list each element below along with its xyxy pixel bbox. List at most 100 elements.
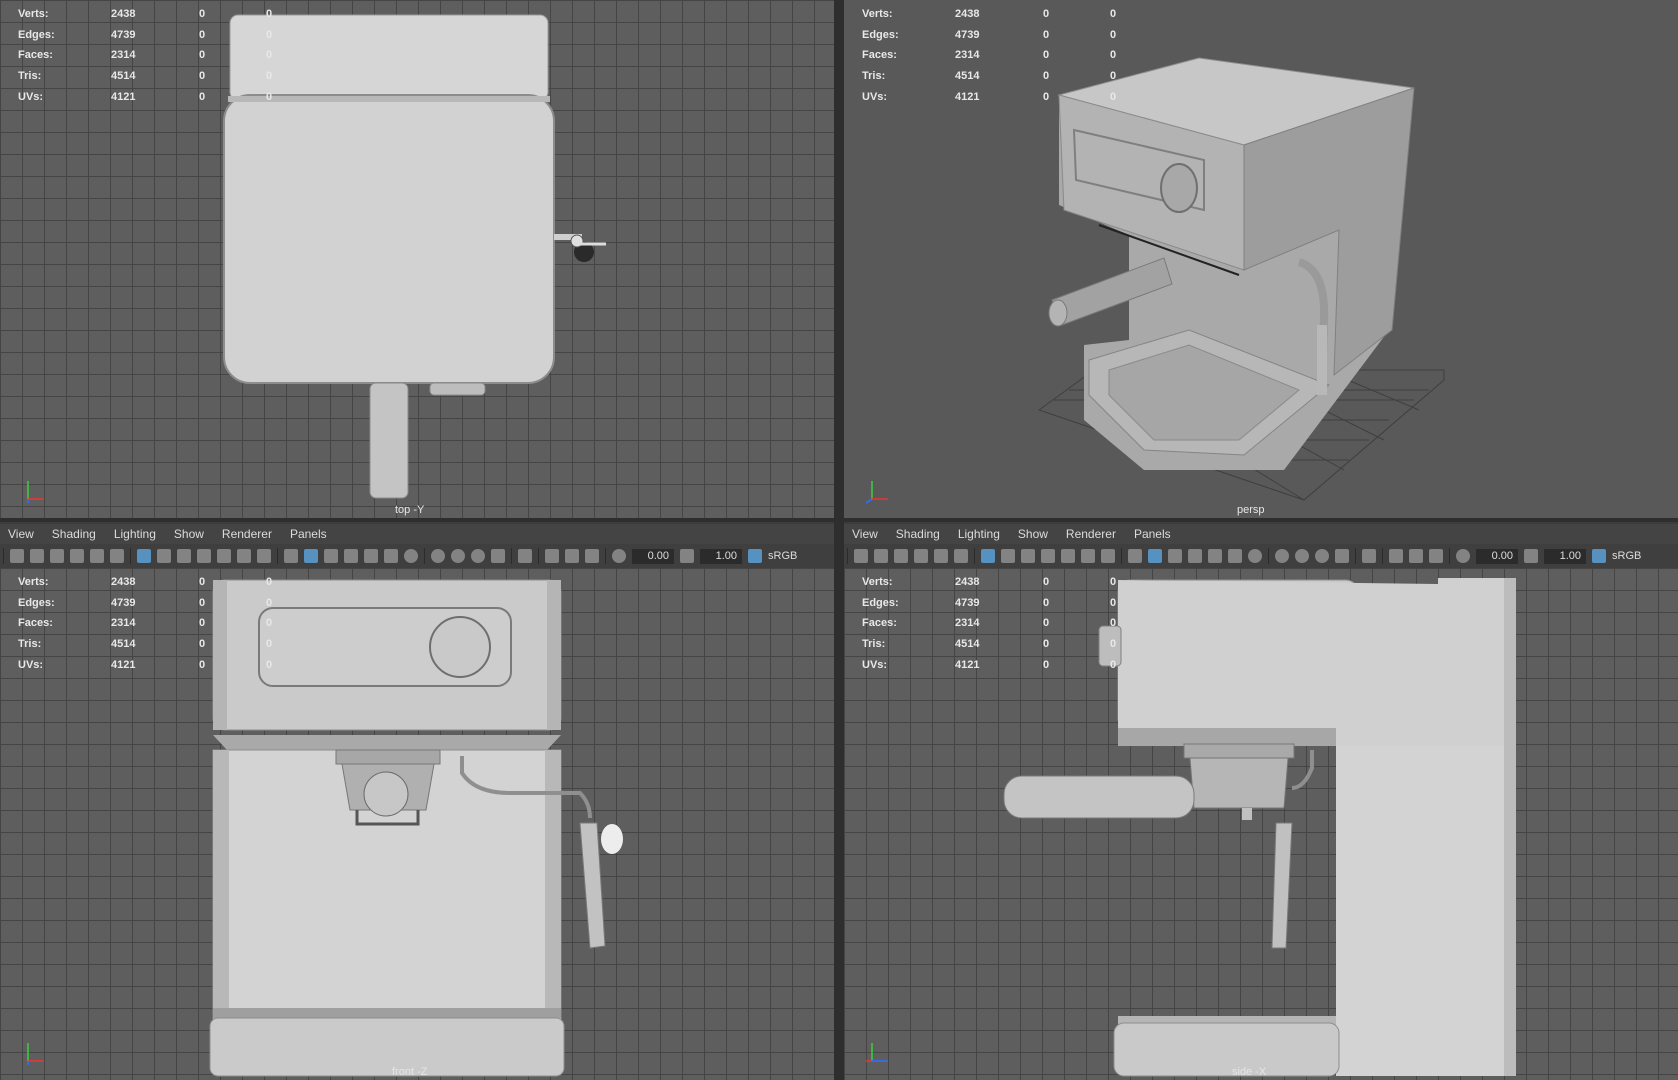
menu-shading[interactable]: Shading bbox=[896, 527, 940, 541]
safe-title-icon[interactable] bbox=[257, 549, 271, 563]
film-gate-icon[interactable] bbox=[157, 549, 171, 563]
panel-toolbar-front: 0.00 1.00 sRGB bbox=[0, 544, 834, 568]
motion-blur-icon[interactable] bbox=[451, 549, 465, 563]
film-gate-icon[interactable] bbox=[1001, 549, 1015, 563]
wireframe-icon[interactable] bbox=[1128, 549, 1142, 563]
gamma-icon[interactable] bbox=[1524, 549, 1538, 563]
isolate-select-icon[interactable] bbox=[1362, 549, 1376, 563]
smooth-shade-icon[interactable] bbox=[1148, 549, 1162, 563]
resolution-gate-icon[interactable] bbox=[177, 549, 191, 563]
resolution-gate-icon[interactable] bbox=[1021, 549, 1035, 563]
axis-gizmo bbox=[865, 475, 896, 510]
exposure-field[interactable]: 0.00 bbox=[1476, 548, 1518, 564]
gamma-field[interactable]: 1.00 bbox=[700, 548, 742, 564]
menu-view[interactable]: View bbox=[852, 527, 878, 541]
gate-mask-icon[interactable] bbox=[197, 549, 211, 563]
backface-icon[interactable] bbox=[585, 549, 599, 563]
xray-active-icon[interactable] bbox=[565, 549, 579, 563]
textured-icon[interactable] bbox=[344, 549, 358, 563]
image-plane-icon[interactable] bbox=[914, 549, 928, 563]
menu-lighting[interactable]: Lighting bbox=[114, 527, 156, 541]
pencil-icon[interactable] bbox=[934, 549, 948, 563]
xray-joints-icon[interactable] bbox=[545, 549, 559, 563]
xray-joints-icon[interactable] bbox=[1389, 549, 1403, 563]
exposure-icon[interactable] bbox=[612, 549, 626, 563]
viewport-divider-horizontal[interactable] bbox=[0, 518, 1678, 522]
ambient-occlusion-icon[interactable] bbox=[1275, 549, 1289, 563]
depth-of-field-icon[interactable] bbox=[491, 549, 505, 563]
backface-icon[interactable] bbox=[1429, 549, 1443, 563]
antialias-icon[interactable] bbox=[471, 549, 485, 563]
ambient-occlusion-icon[interactable] bbox=[431, 549, 445, 563]
viewport-label: persp bbox=[1237, 504, 1265, 516]
menu-shading[interactable]: Shading bbox=[52, 527, 96, 541]
camera-icon[interactable] bbox=[10, 549, 24, 563]
axis-gizmo bbox=[866, 1037, 896, 1072]
axis-gizmo bbox=[22, 475, 52, 510]
gamma-field[interactable]: 1.00 bbox=[1544, 548, 1586, 564]
lights-icon[interactable] bbox=[384, 549, 398, 563]
xray-icon[interactable] bbox=[1208, 549, 1222, 563]
menu-show[interactable]: Show bbox=[174, 527, 204, 541]
menu-bar-front: View Shading Lighting Show Renderer Pane… bbox=[0, 524, 834, 544]
smooth-shade-icon[interactable] bbox=[304, 549, 318, 563]
safe-title-icon[interactable] bbox=[1101, 549, 1115, 563]
colorspace-label[interactable]: sRGB bbox=[1612, 550, 1641, 562]
menu-renderer[interactable]: Renderer bbox=[222, 527, 272, 541]
panel-toolbar-side: 0.00 1.00 sRGB bbox=[844, 544, 1678, 568]
xray-active-icon[interactable] bbox=[1409, 549, 1423, 563]
safe-action-icon[interactable] bbox=[1081, 549, 1095, 563]
color-management-icon[interactable] bbox=[1592, 549, 1606, 563]
camera-attr-icon[interactable] bbox=[30, 549, 44, 563]
wireframe-on-shaded-icon[interactable] bbox=[324, 549, 338, 563]
depth-of-field-icon[interactable] bbox=[1335, 549, 1349, 563]
camera-icon[interactable] bbox=[854, 549, 868, 563]
viewport-top[interactable]: Verts: 2438 0 0 Edges: 4739 0 0 Faces: 2314 0 0 T… bbox=[0, 0, 834, 518]
camera-attr-icon[interactable] bbox=[874, 549, 888, 563]
shadows-icon[interactable] bbox=[404, 549, 418, 563]
menu-panels[interactable]: Panels bbox=[290, 527, 327, 541]
color-management-icon[interactable] bbox=[748, 549, 762, 563]
exposure-field[interactable]: 0.00 bbox=[632, 548, 674, 564]
menu-renderer[interactable]: Renderer bbox=[1066, 527, 1116, 541]
lights-icon[interactable] bbox=[1228, 549, 1242, 563]
image-plane-icon[interactable] bbox=[70, 549, 84, 563]
grease-pencil-icon[interactable] bbox=[954, 549, 968, 563]
axis-gizmo bbox=[22, 1037, 52, 1072]
textured-icon[interactable] bbox=[1188, 549, 1202, 563]
viewport-side[interactable]: Verts: 2438 0 0 Edges: 4739 0 0 Faces: 2314 0 0 T… bbox=[844, 568, 1678, 1080]
colorspace-label[interactable]: sRGB bbox=[768, 550, 797, 562]
poly-count-hud: Verts: 2438 0 0 Edges: 4739 0 0 Faces: 2314 0 0 T… bbox=[862, 8, 1117, 103]
viewport-persp[interactable]: Verts: 2438 0 0 Edges: 4739 0 0 Faces: 2314 0 0 T… bbox=[844, 0, 1678, 518]
grid-icon[interactable] bbox=[137, 549, 151, 563]
menu-panels[interactable]: Panels bbox=[1134, 527, 1171, 541]
xray-icon[interactable] bbox=[364, 549, 378, 563]
grease-pencil-icon[interactable] bbox=[110, 549, 124, 563]
gate-mask-icon[interactable] bbox=[1041, 549, 1055, 563]
poly-count-hud: Verts: 2438 0 0 Edges: 4739 0 0 Faces: 2314 0 0 T… bbox=[18, 8, 273, 103]
poly-count-hud: Verts: 2438 0 0 Edges: 4739 0 0 Faces: 2314 0 0 T… bbox=[18, 576, 273, 671]
gamma-icon[interactable] bbox=[680, 549, 694, 563]
menu-bar-side: View Shading Lighting Show Renderer Pane… bbox=[844, 524, 1678, 544]
pencil-icon[interactable] bbox=[90, 549, 104, 563]
field-chart-icon[interactable] bbox=[1061, 549, 1075, 563]
bookmark-icon[interactable] bbox=[50, 549, 64, 563]
menu-lighting[interactable]: Lighting bbox=[958, 527, 1000, 541]
menu-view[interactable]: View bbox=[8, 527, 34, 541]
exposure-icon[interactable] bbox=[1456, 549, 1470, 563]
grid-icon[interactable] bbox=[981, 549, 995, 563]
safe-action-icon[interactable] bbox=[237, 549, 251, 563]
viewport-divider-vertical[interactable] bbox=[834, 0, 844, 1080]
viewport-front[interactable]: Verts: 2438 0 0 Edges: 4739 0 0 Faces: 2314 0 0 T… bbox=[0, 568, 834, 1080]
field-chart-icon[interactable] bbox=[217, 549, 231, 563]
menu-show[interactable]: Show bbox=[1018, 527, 1048, 541]
motion-blur-icon[interactable] bbox=[1295, 549, 1309, 563]
shadows-icon[interactable] bbox=[1248, 549, 1262, 563]
antialias-icon[interactable] bbox=[1315, 549, 1329, 563]
viewport-label: top -Y bbox=[395, 504, 425, 516]
viewport-label: front -Z bbox=[392, 1066, 428, 1078]
bookmark-icon[interactable] bbox=[894, 549, 908, 563]
wireframe-icon[interactable] bbox=[284, 549, 298, 563]
wireframe-on-shaded-icon[interactable] bbox=[1168, 549, 1182, 563]
isolate-select-icon[interactable] bbox=[518, 549, 532, 563]
